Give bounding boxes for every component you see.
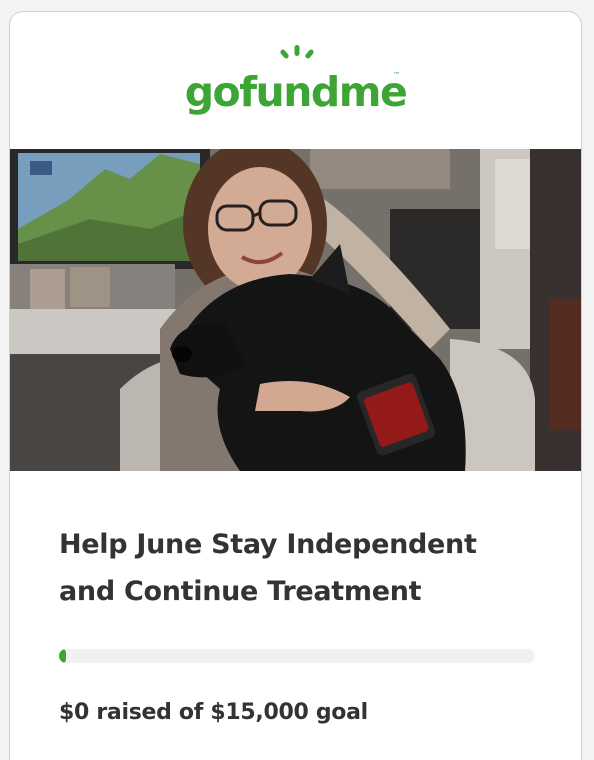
raised-amount-text: $0 raised of $15,000 goal bbox=[59, 700, 368, 725]
donation-progress-bar bbox=[59, 649, 535, 663]
page: gofundme ™ Help June Stay Independent an… bbox=[0, 0, 594, 760]
trademark-symbol: ™ bbox=[393, 71, 400, 79]
gofundme-sun-icon bbox=[280, 45, 314, 59]
logo-wordmark: gofundme bbox=[184, 68, 408, 116]
campaign-title[interactable]: Help June Stay Independent and Continue … bbox=[59, 521, 529, 615]
campaign-photo-illustration bbox=[10, 149, 581, 471]
campaign-photo[interactable] bbox=[10, 149, 581, 471]
gofundme-logo[interactable]: gofundme ™ bbox=[10, 42, 581, 122]
progress-fill bbox=[59, 649, 66, 663]
fundraiser-card[interactable]: gofundme ™ Help June Stay Independent an… bbox=[9, 11, 582, 760]
